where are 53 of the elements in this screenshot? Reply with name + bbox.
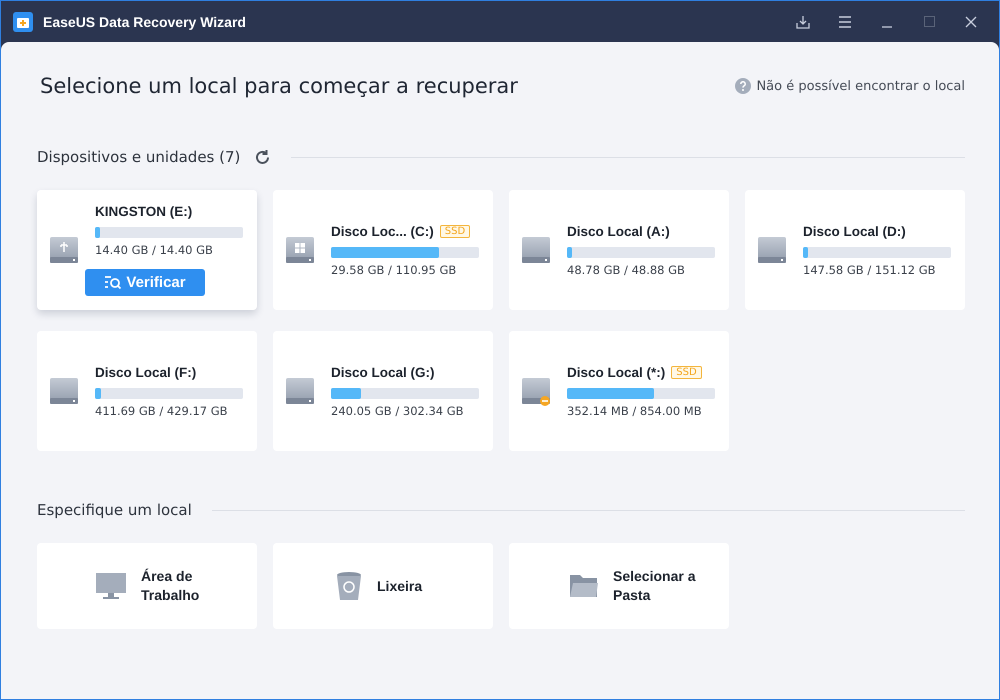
location-card[interactable]: Lixeira — [273, 543, 493, 629]
monitor-icon — [95, 572, 127, 600]
drive-name: KINGSTON (E:) — [95, 204, 192, 219]
scan-icon — [104, 275, 122, 290]
drive-name: Disco Local (*:) — [567, 364, 666, 380]
drive-name: Disco Local (G:) — [331, 364, 435, 380]
location-label: Selecionar a Pasta — [613, 567, 697, 605]
page-heading: Selecione um local para começar a recuperar — [40, 74, 518, 98]
drive-card[interactable]: Disco Local (F:) 411.69 GB / 429.17 GB — [37, 331, 257, 451]
drive-name: Disco Local (A:) — [567, 224, 670, 238]
ssd-tag: SSD — [440, 224, 470, 238]
drive-size: 14.40 GB / 14.40 GB — [95, 243, 214, 257]
drive-size: 29.58 GB / 110.95 GB — [331, 262, 458, 276]
drive-name: Disco Local (F:) — [95, 364, 196, 380]
drive-size: 240.05 GB / 302.34 GB — [331, 404, 465, 418]
section-title: Especifique um local — [37, 501, 192, 519]
location-label: Lixeira — [377, 576, 424, 596]
drive-card[interactable]: KINGSTON (E:) 14.40 GB / 14.40 GB Verificar — [37, 190, 257, 310]
location-label: Área de Trabalho — [141, 567, 200, 605]
refresh-icon[interactable] — [254, 148, 272, 166]
ssd-tag: SSD — [671, 366, 702, 378]
close-icon — [965, 16, 977, 28]
drive-card[interactable]: Disco Local (G:) 240.05 GB / 302.34 GB — [273, 331, 493, 451]
drive-size: 48.78 GB / 48.88 GB — [567, 262, 686, 276]
drive-icon — [757, 234, 787, 266]
menu-icon — [838, 16, 852, 28]
window-title: EaseUS Data Recovery Wizard — [43, 14, 247, 30]
drive-size: 411.69 GB / 429.17 GB — [95, 404, 229, 418]
drive-card[interactable]: Disco Local (D:) 147.58 GB / 151.12 GB — [745, 190, 965, 310]
drive-icon — [521, 234, 551, 266]
help-link[interactable]: Não é possível encontrar o local — [735, 78, 965, 94]
drive-name: Disco Loc... (C:) — [331, 224, 434, 238]
drive-icon — [521, 376, 551, 406]
trash-icon — [335, 571, 363, 601]
drive-icon — [49, 234, 79, 266]
help-icon — [735, 78, 752, 94]
folder-icon — [569, 573, 599, 599]
drive-card[interactable]: Disco Local (A:) 48.78 GB / 48.88 GB — [509, 190, 729, 310]
drive-size: 147.58 GB / 151.12 GB — [803, 262, 937, 276]
drive-icon — [285, 234, 315, 266]
minimize-icon — [881, 26, 893, 28]
app-logo-icon — [13, 12, 33, 32]
location-card[interactable]: Área de Trabalho — [37, 543, 257, 629]
drive-name: Disco Local (D:) — [803, 224, 906, 238]
drive-card[interactable]: Disco Loc... (C:) SSD 29.58 GB / 110.95 GB — [273, 190, 493, 310]
location-card[interactable]: Selecionar a Pasta — [509, 543, 729, 629]
drive-card[interactable]: Disco Local (*:) SSD 352.14 MB / 854.00 MB — [509, 331, 729, 451]
drive-icon — [285, 376, 315, 406]
section-title: Dispositivos e unidades (7) — [37, 148, 240, 166]
download-icon — [796, 14, 810, 28]
drive-icon — [49, 376, 79, 406]
maximize-icon — [924, 16, 934, 27]
drive-size: 352.14 MB / 854.00 MB — [567, 404, 703, 418]
